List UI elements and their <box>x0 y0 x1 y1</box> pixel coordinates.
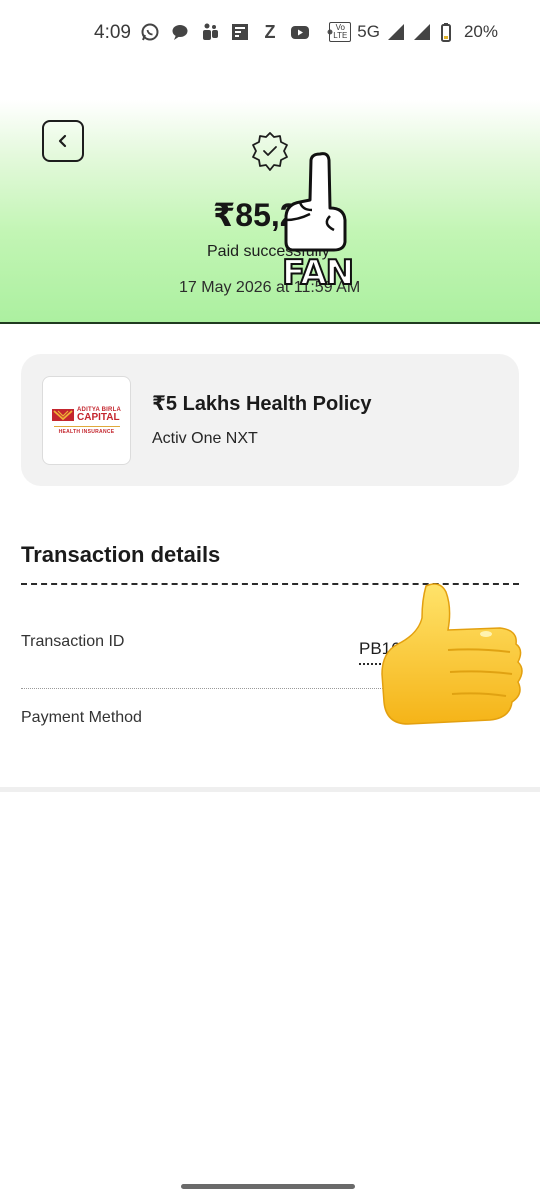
network-type: 5G <box>357 22 380 41</box>
policy-title: ₹5 Lakhs Health Policy <box>152 393 372 415</box>
home-indicator[interactable] <box>181 1184 355 1189</box>
aditya-birla-logo-icon <box>52 408 75 421</box>
battery-icon <box>438 22 458 42</box>
zomato-icon: Z <box>264 21 276 42</box>
battery-level: 20% <box>463 22 498 41</box>
status-time: 4:09 <box>94 22 131 43</box>
insurer-logo: ADITYA BIRLA CAPITAL HEALTH INSURANCE <box>42 376 131 465</box>
thumbs-up-sticker-icon <box>381 583 523 725</box>
notification-icons: Z <box>140 22 340 42</box>
transaction-id-label: Transaction ID <box>21 633 125 650</box>
signal-icon-2 <box>412 22 432 42</box>
teams-icon <box>200 22 220 42</box>
policy-card[interactable]: ADITYA BIRLA CAPITAL HEALTH INSURANCE ₹5… <box>21 354 519 486</box>
signal-icon <box>386 22 406 42</box>
chevron-left-icon <box>58 134 67 148</box>
payment-header: ₹85,2 Paid successfully 17 May 2026 at 1… <box>0 100 540 324</box>
fan-sticker-text: FAN <box>281 252 355 294</box>
youtube-icon <box>290 22 310 42</box>
news-icon <box>230 22 250 42</box>
transaction-details-heading: Transaction details <box>21 542 221 567</box>
status-bar: 4:09 Z Vo LTE 5G 20% <box>0 0 540 70</box>
system-status: Vo LTE 5G 20% <box>329 22 498 42</box>
logo-line-2: CAPITAL <box>77 411 120 423</box>
logo-divider <box>53 425 120 427</box>
volte-icon: Vo LTE <box>329 22 352 42</box>
whatsapp-icon <box>140 22 160 42</box>
payment-method-label: Payment Method <box>21 709 142 726</box>
policy-plan: Activ One NXT <box>152 430 258 447</box>
section-separator <box>0 787 540 792</box>
logo-line-3: HEALTH INSURANCE <box>58 428 115 435</box>
back-button[interactable] <box>42 120 84 162</box>
chat-bubble-icon <box>170 22 190 42</box>
